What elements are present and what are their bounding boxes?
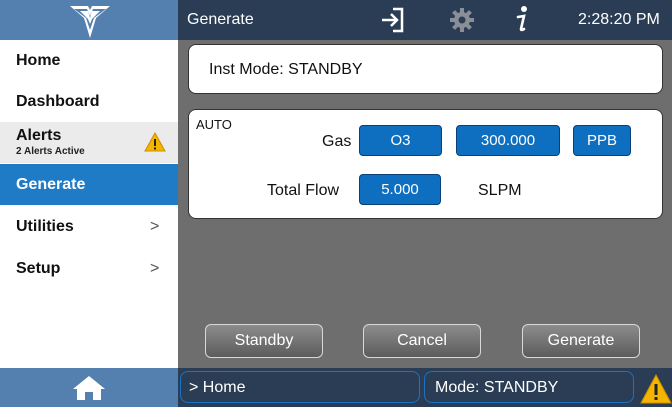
sidebar-item-label: Generate: [16, 176, 86, 193]
standby-button[interactable]: Standby: [205, 324, 323, 358]
sidebar: Home Dashboard Alerts 2 Alerts Active Ge…: [0, 40, 178, 368]
gas-select-button[interactable]: O3: [359, 125, 442, 156]
sidebar-item-dashboard[interactable]: Dashboard: [0, 81, 178, 122]
home-icon: [73, 376, 105, 400]
clock: 2:28:20 PM: [578, 11, 660, 28]
home-button[interactable]: [0, 368, 178, 407]
bottom-bar: > Home Mode: STANDBY: [0, 368, 672, 407]
mode-status-text: Mode: STANDBY: [435, 379, 559, 396]
sidebar-item-home[interactable]: Home: [0, 40, 178, 81]
logo-area: [0, 0, 178, 40]
sidebar-item-alerts[interactable]: Alerts 2 Alerts Active: [0, 122, 178, 163]
gear-icon[interactable]: [450, 8, 474, 32]
cancel-button[interactable]: Cancel: [363, 324, 481, 358]
breadcrumb-text: > Home: [189, 379, 246, 396]
mode-status: Mode: STANDBY: [424, 371, 634, 403]
inst-mode-box: Inst Mode: STANDBY: [188, 44, 663, 94]
screen-title: Generate: [187, 11, 254, 28]
logo-icon: [70, 6, 110, 38]
warning-icon[interactable]: [640, 374, 672, 404]
auto-settings-box: AUTO Gas O3 300.000 PPB Total Flow 5.000…: [188, 109, 663, 219]
inst-mode-text: Inst Mode: STANDBY: [209, 61, 363, 78]
sidebar-item-label: Alerts: [16, 127, 62, 144]
sidebar-item-label: Dashboard: [16, 93, 100, 110]
exit-icon[interactable]: [380, 6, 406, 34]
alerts-count: 2 Alerts Active: [16, 146, 85, 157]
total-flow-button[interactable]: 5.000: [359, 174, 441, 205]
sidebar-item-generate[interactable]: Generate: [0, 164, 178, 205]
total-flow-unit: SLPM: [478, 182, 522, 199]
main-panel: Inst Mode: STANDBY AUTO Gas O3 300.000 P…: [178, 40, 672, 368]
warning-icon: [144, 132, 166, 152]
top-bar: Generate 2:28:20 PM: [0, 0, 672, 40]
chevron-right-icon: >: [150, 260, 160, 277]
breadcrumb[interactable]: > Home: [180, 371, 420, 403]
sidebar-item-setup[interactable]: Setup >: [0, 248, 178, 289]
info-icon[interactable]: [514, 4, 530, 34]
concentration-button[interactable]: 300.000: [456, 125, 560, 156]
units-button[interactable]: PPB: [573, 125, 631, 156]
auto-label: AUTO: [196, 117, 232, 132]
chevron-right-icon: >: [150, 218, 160, 235]
sidebar-item-label: Home: [16, 52, 61, 69]
sidebar-item-label: Setup: [16, 260, 61, 277]
generate-button[interactable]: Generate: [522, 324, 640, 358]
gas-label: Gas: [322, 133, 352, 150]
total-flow-label: Total Flow: [267, 182, 340, 199]
sidebar-item-label: Utilities: [16, 218, 74, 235]
sidebar-item-utilities[interactable]: Utilities >: [0, 206, 178, 247]
